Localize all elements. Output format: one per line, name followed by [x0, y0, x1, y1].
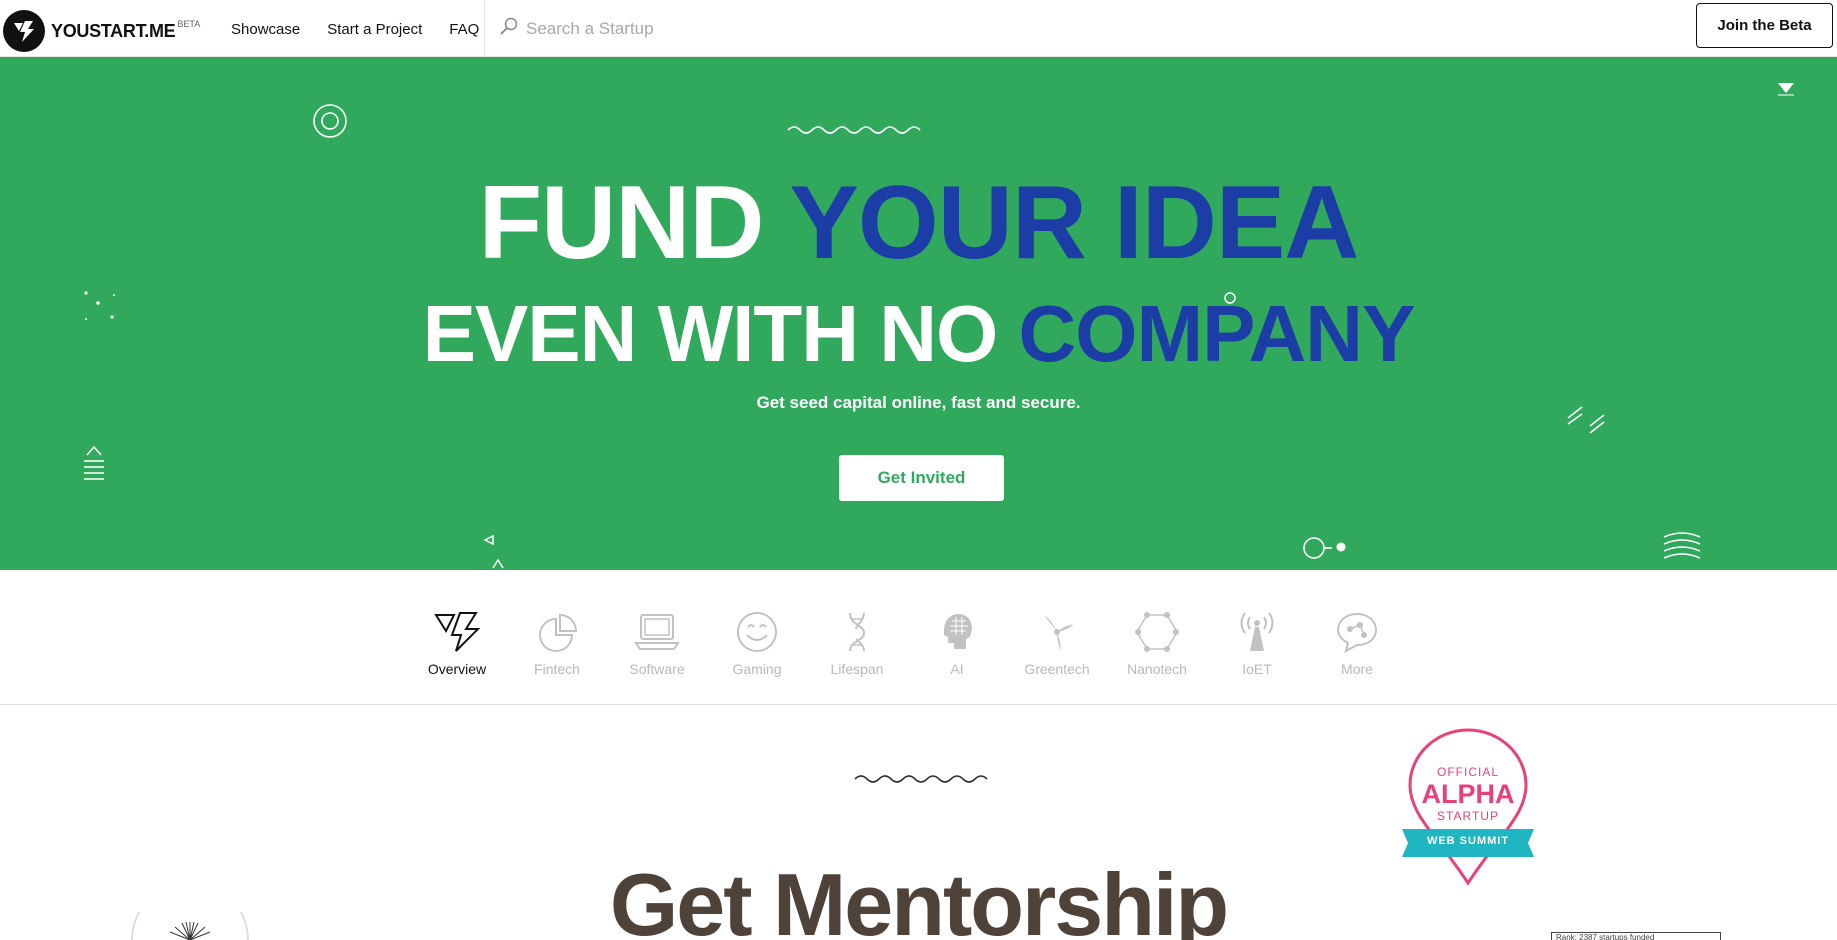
logo-link[interactable]: YOUSTART.ME BETA	[3, 10, 200, 52]
tab-nanotech[interactable]: Nanotech	[1107, 608, 1207, 677]
tab-label: Fintech	[534, 661, 580, 677]
rank-box: Rank: 2387 startups funded	[1551, 932, 1721, 940]
beta-badge: BETA	[177, 19, 201, 29]
hero-section: FUND YOUR IDEA EVEN WITH NO COMPANY Get …	[0, 57, 1837, 570]
key-shape-decoration	[1303, 537, 1346, 559]
tab-ai[interactable]: AI	[907, 608, 1007, 677]
chat-bubble-icon	[1307, 608, 1407, 656]
lightning-icon	[407, 608, 507, 656]
turbine-icon	[1007, 608, 1107, 656]
tab-label: Gaming	[732, 661, 782, 677]
laptop-icon	[607, 608, 707, 656]
headline-white-part: EVEN WITH NO	[422, 289, 1019, 378]
section-heading: Get Mentorship	[609, 855, 1229, 940]
robot-head-icon	[907, 608, 1007, 656]
tab-label: AI	[950, 661, 964, 677]
triangle-outline-decoration	[483, 534, 504, 569]
hero-subtitle: Get seed capital online, fast and secure…	[756, 393, 1081, 412]
tab-lifespan[interactable]: Lifespan	[807, 608, 907, 677]
nav-showcase[interactable]: Showcase	[231, 21, 300, 38]
arc-lines-decoration	[1663, 532, 1701, 559]
search-icon	[500, 17, 518, 40]
top-navbar: YOUSTART.ME BETA Showcase Start a Projec…	[0, 0, 1837, 57]
tab-label: Greentech	[1024, 661, 1090, 677]
tab-gaming[interactable]: Gaming	[707, 608, 807, 677]
tab-more[interactable]: More	[1307, 608, 1407, 677]
headline-blue-part: COMPANY	[1018, 289, 1415, 378]
tab-ioet[interactable]: IoET	[1207, 608, 1307, 677]
logo-lightning-icon	[3, 10, 45, 52]
hero-headline-line1: FUND YOUR IDEA	[0, 164, 1837, 283]
category-tabs: Overview Fintech Software Gaming Lifespa…	[0, 570, 1837, 705]
badge-startup-text: STARTUP	[1437, 809, 1499, 823]
concentric-circle-icon	[313, 104, 347, 138]
down-triangle-icon	[1778, 83, 1794, 96]
wave-icon	[787, 126, 921, 134]
search-input[interactable]	[526, 18, 826, 39]
tab-greentech[interactable]: Greentech	[1007, 608, 1107, 677]
tab-label: More	[1341, 661, 1373, 677]
up-arrow-lines-decoration	[84, 445, 104, 480]
nav-faq[interactable]: FAQ	[449, 21, 479, 38]
tab-label: Lifespan	[830, 661, 884, 677]
wave-divider-icon	[854, 775, 988, 783]
tab-label: IoET	[1242, 661, 1272, 677]
headline-blue-part: YOUR IDEA	[789, 165, 1360, 281]
tab-overview[interactable]: Overview	[407, 608, 507, 677]
tab-label: Software	[629, 661, 685, 677]
antenna-icon	[1207, 608, 1307, 656]
join-beta-button[interactable]: Join the Beta	[1696, 3, 1833, 48]
headline-white-part: FUND	[478, 165, 790, 281]
logo-text: YOUSTART.ME	[51, 20, 176, 41]
tab-label: Nanotech	[1127, 661, 1187, 677]
pie-chart-icon	[507, 608, 607, 656]
nav-divider	[484, 0, 485, 57]
badge-ribbon-text: WEB SUMMIT	[1426, 835, 1510, 847]
search-box	[500, 17, 826, 40]
tab-software[interactable]: Software	[607, 608, 707, 677]
badge-official-text: OFFICIAL	[1436, 765, 1499, 779]
hero-headline-line2: EVEN WITH NO COMPANY	[0, 288, 1837, 380]
smiley-icon	[707, 608, 807, 656]
dna-icon	[807, 608, 907, 656]
nav-start-project[interactable]: Start a Project	[327, 21, 422, 38]
tab-fintech[interactable]: Fintech	[507, 608, 607, 677]
badge-alpha-text: ALPHA	[1421, 779, 1515, 809]
web-summit-badge: OFFICIAL ALPHA STARTUP WEB SUMMIT	[1400, 727, 1536, 892]
hexagon-molecule-icon	[1107, 608, 1207, 656]
get-invited-button[interactable]: Get Invited	[839, 455, 1004, 501]
main-nav: Showcase Start a Project FAQ	[231, 21, 479, 38]
tab-label: Overview	[427, 661, 487, 677]
sunburst-avatar-icon	[131, 912, 249, 940]
